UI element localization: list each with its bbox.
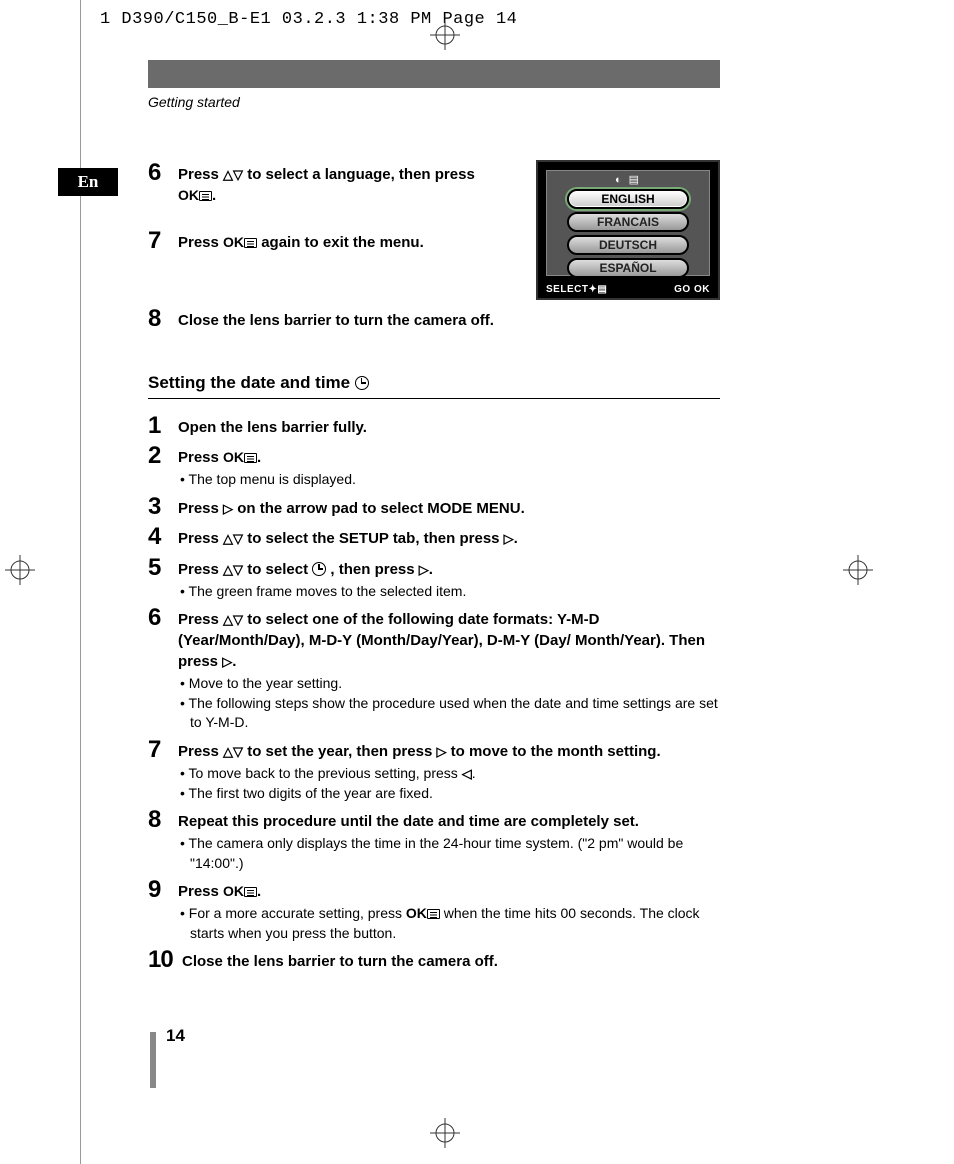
lcd-inner: ◐ ▤ ENGLISH FRANCAIS DEUTSCH ESPAÑOL (546, 170, 710, 276)
clock-icon (312, 562, 326, 576)
section-label: Getting started (148, 94, 240, 110)
clock-icon (355, 376, 369, 390)
triangle-down-icon (233, 561, 243, 577)
menu-icon (199, 191, 212, 201)
step-number: 1 (148, 413, 178, 439)
lcd-footer: SELECT✦▤ GO OK (546, 284, 710, 295)
step-row: 6 Press to select a language, then press… (148, 160, 488, 206)
registration-mark-icon (843, 555, 873, 585)
step-text: Press to select a language, then press O… (178, 160, 488, 206)
lcd-footer-right: GO OK (674, 284, 710, 295)
step-number: 10 (148, 947, 182, 973)
step-row: 4 Press to select the SETUP tab, then pr… (148, 524, 720, 550)
step-text: Close the lens barrier to turn the camer… (182, 947, 720, 972)
bullet: The green frame moves to the selected it… (178, 582, 720, 602)
bullet: To move back to the previous setting, pr… (178, 764, 720, 784)
step-text: Press on the arrow pad to select MODE ME… (178, 494, 720, 519)
step-text: Close the lens barrier to turn the camer… (178, 306, 720, 331)
triangle-up-icon (223, 166, 233, 182)
bullet: For a more accurate setting, press OK wh… (178, 904, 720, 943)
ok-label: OK (406, 905, 427, 921)
bullet: The following steps show the procedure u… (178, 694, 720, 733)
triangle-down-icon (233, 530, 243, 546)
registration-mark-icon (430, 1118, 460, 1148)
section-heading-row: Setting the date and time (148, 373, 720, 399)
step-row: 5 Press to select , then press . The gre… (148, 555, 720, 602)
lcd-footer-left: SELECT✦▤ (546, 284, 607, 295)
step-text: Press OK. The top menu is displayed. (178, 443, 720, 490)
step-text: Press OK. For a more accurate setting, p… (178, 877, 720, 943)
triangle-down-icon (233, 743, 243, 759)
step-row: 10 Close the lens barrier to turn the ca… (148, 947, 720, 973)
step-row: 3 Press on the arrow pad to select MODE … (148, 494, 720, 520)
step-number: 5 (148, 555, 178, 581)
ok-label: OK (223, 883, 244, 899)
menu-icon (244, 238, 257, 248)
menu-icon (244, 887, 257, 897)
triangle-right-icon (419, 561, 429, 577)
step-number: 8 (148, 807, 178, 833)
step-number: 8 (148, 306, 178, 332)
section-heading: Setting the date and time (148, 373, 350, 392)
step-number: 4 (148, 524, 178, 550)
content-area: ◐ ▤ ENGLISH FRANCAIS DEUTSCH ESPAÑOL SEL… (148, 160, 720, 978)
ok-label: OK (178, 187, 199, 203)
step-row: 7 Press OK again to exit the menu. (148, 228, 488, 254)
step-text: Press to select , then press . The green… (178, 555, 720, 602)
step-row: 1 Open the lens barrier fully. (148, 413, 720, 439)
bullet: Move to the year setting. (178, 674, 720, 694)
step-number: 6 (148, 605, 178, 631)
page-number-block: 14 (150, 1032, 166, 1088)
registration-mark-icon (430, 20, 460, 50)
lcd-item: FRANCAIS (567, 212, 689, 232)
step-number: 7 (148, 228, 178, 254)
ok-label: OK (223, 449, 244, 465)
bullet: The camera only displays the time in the… (178, 834, 720, 873)
step-row: 2 Press OK. The top menu is displayed. (148, 443, 720, 490)
step-number: 2 (148, 443, 178, 469)
step-text: Repeat this procedure until the date and… (178, 807, 720, 873)
registration-mark-icon (5, 555, 35, 585)
triangle-left-icon (462, 765, 472, 781)
language-tab: En (58, 168, 118, 196)
triangle-right-icon (223, 500, 233, 516)
step-number: 7 (148, 737, 178, 763)
menu-icon (427, 909, 440, 919)
step-row: 8 Close the lens barrier to turn the cam… (148, 306, 720, 332)
step-number: 6 (148, 160, 178, 186)
lcd-top-icons: ◐ ▤ (547, 171, 709, 186)
step-row: 8 Repeat this procedure until the date a… (148, 807, 720, 873)
step-text: Press to set the year, then press to mov… (178, 737, 720, 803)
lcd-item: ENGLISH (567, 189, 689, 209)
step-text: Open the lens barrier fully. (178, 413, 720, 438)
bullet: The first two digits of the year are fix… (178, 784, 720, 804)
triangle-down-icon (233, 611, 243, 627)
step-text: Press to select the SETUP tab, then pres… (178, 524, 720, 549)
step-row: 9 Press OK. For a more accurate setting,… (148, 877, 720, 943)
step-text: Press OK again to exit the menu. (178, 228, 488, 253)
triangle-right-icon (436, 743, 446, 759)
triangle-down-icon (233, 166, 243, 182)
triangle-up-icon (223, 611, 233, 627)
lcd-item: ESPAÑOL (567, 258, 689, 278)
triangle-right-icon (504, 530, 514, 546)
bullet: The top menu is displayed. (178, 470, 720, 490)
triangle-right-icon (222, 653, 232, 669)
step-row: 6 Press to select one of the following d… (148, 605, 720, 733)
step-number: 3 (148, 494, 178, 520)
header-bar (148, 60, 720, 88)
lcd-screenshot: ◐ ▤ ENGLISH FRANCAIS DEUTSCH ESPAÑOL SEL… (536, 160, 720, 300)
page-number: 14 (166, 1026, 185, 1046)
triangle-up-icon (223, 743, 233, 759)
menu-icon (244, 453, 257, 463)
step-row: 7 Press to set the year, then press to m… (148, 737, 720, 803)
ok-label: OK (223, 234, 244, 250)
triangle-up-icon (223, 561, 233, 577)
step-number: 9 (148, 877, 178, 903)
triangle-up-icon (223, 530, 233, 546)
step-text: Press to select one of the following dat… (178, 605, 720, 733)
lcd-item: DEUTSCH (567, 235, 689, 255)
